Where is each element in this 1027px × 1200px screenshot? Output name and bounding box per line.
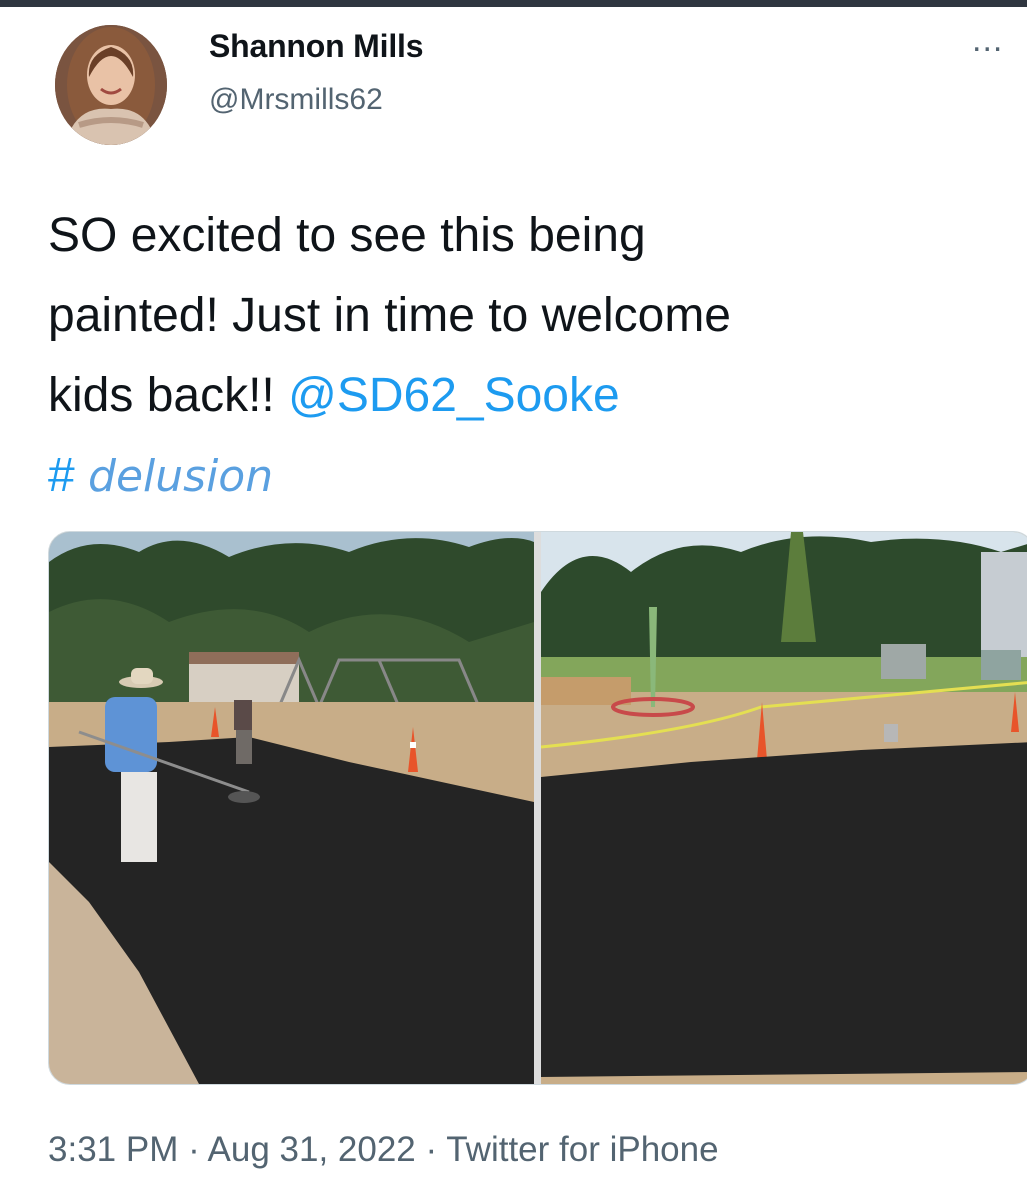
- tweet-text-line-2: painted! Just in time to welcome: [48, 289, 731, 342]
- tweet-text-line-1: SO excited to see this being: [48, 209, 646, 262]
- tweet-timestamp[interactable]: 3:31 PM · Aug 31, 2022 · Twitter for iPh…: [48, 1130, 719, 1170]
- author-name[interactable]: Shannon Mills: [209, 28, 423, 65]
- playground-area-photo: [541, 532, 1027, 1084]
- hashtag-word[interactable]: delusion: [88, 451, 273, 502]
- avatar-image: [55, 25, 167, 145]
- hashtag-symbol[interactable]: #: [48, 449, 88, 502]
- more-horizontal-icon[interactable]: ...: [972, 23, 1027, 70]
- avatar[interactable]: [55, 25, 167, 145]
- top-edge-bar: [0, 0, 1027, 7]
- mention-link[interactable]: @SD62_Sooke: [288, 369, 620, 422]
- tweet-text-line-3: kids back!! @SD62_Sooke: [48, 356, 988, 436]
- media-grid[interactable]: [48, 531, 1027, 1085]
- tweet-text-line-3-prefix: kids back!!: [48, 369, 289, 422]
- playground-painting-photo: [49, 532, 534, 1084]
- author-handle[interactable]: @Mrsmills62: [209, 83, 383, 117]
- hashtag-line[interactable]: # delusion: [48, 436, 988, 517]
- media-photo-right[interactable]: [541, 532, 1027, 1084]
- media-photo-left[interactable]: [49, 532, 534, 1084]
- tweet-text: SO excited to see this being painted! Ju…: [48, 196, 988, 517]
